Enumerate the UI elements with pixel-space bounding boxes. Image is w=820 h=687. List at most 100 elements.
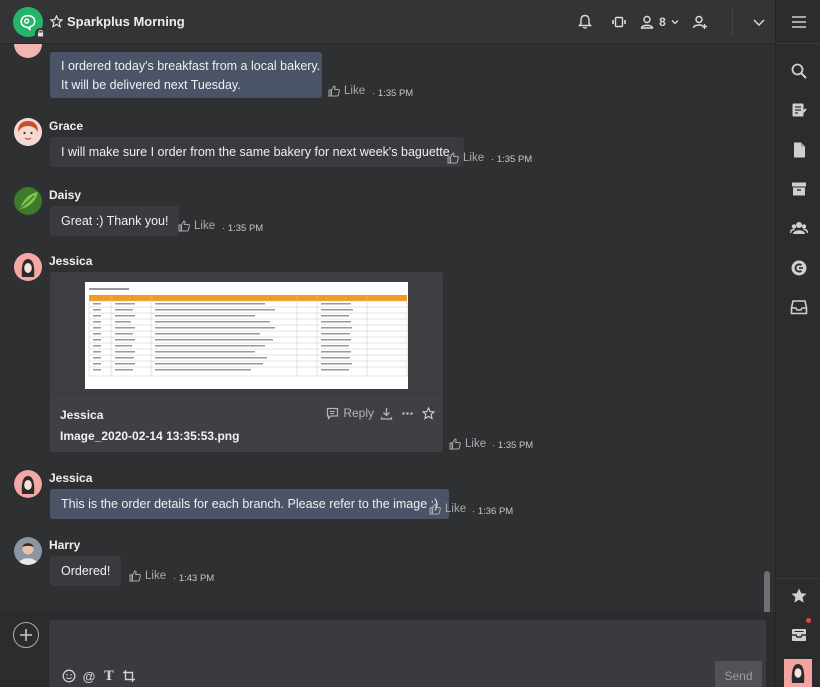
message-timestamp: · 1:35 PM <box>372 88 414 99</box>
collapse-chevron-icon[interactable] <box>743 0 775 44</box>
sender-name[interactable]: Grace <box>49 119 83 133</box>
send-button[interactable]: Send <box>715 661 762 687</box>
reply-button[interactable]: Reply <box>326 406 374 420</box>
members-button[interactable]: 8 <box>636 0 682 44</box>
emoji-icon[interactable] <box>59 668 79 684</box>
like-button[interactable]: Like <box>129 570 166 582</box>
file-actions: Reply <box>326 406 435 420</box>
thumbs-up-icon <box>178 220 190 232</box>
message-text: It will be delivered next Tuesday. <box>61 78 241 92</box>
like-button[interactable]: Like <box>178 220 215 232</box>
avatar-jessica[interactable] <box>14 253 42 281</box>
daisy-leaf-icon <box>14 187 42 215</box>
files-icon[interactable] <box>776 141 820 159</box>
grace-face-icon <box>14 118 42 146</box>
archive-icon[interactable] <box>776 180 820 198</box>
notification-dot <box>806 618 811 623</box>
favorite-star-icon[interactable] <box>50 15 63 28</box>
sender-name[interactable]: Daisy <box>49 188 81 202</box>
avatar-grace[interactable] <box>14 118 42 146</box>
like-button[interactable]: Like <box>429 503 466 515</box>
connect-icon[interactable] <box>776 259 820 277</box>
room-title[interactable]: Sparkplus Morning <box>67 14 185 29</box>
message-composer: @ T Send <box>49 620 766 687</box>
message-bubble[interactable]: Great :) Thank you! <box>50 206 180 236</box>
video-call-icon[interactable] <box>602 0 636 44</box>
message-input[interactable] <box>49 620 709 660</box>
file-info: Jessica Image_2020-02-14 13:35:53.png Re… <box>50 396 443 452</box>
profile-icon <box>791 664 805 683</box>
message-timestamp: · 1:36 PM <box>472 506 514 517</box>
like-label: Like <box>445 503 467 515</box>
notification-bell-icon[interactable] <box>568 0 602 44</box>
star-icon[interactable] <box>776 587 820 605</box>
sender-name[interactable]: Harry <box>49 538 80 552</box>
message-bubble[interactable]: Ordered! <box>50 556 122 586</box>
message-text: I will make sure I order from the same b… <box>61 145 454 159</box>
message-timestamp: · 1:35 PM <box>491 154 533 165</box>
text-format-icon[interactable]: T <box>99 668 119 684</box>
message-timestamp: · 1:35 PM <box>222 223 264 234</box>
file-preview[interactable] <box>50 272 443 396</box>
member-count: 8 <box>659 15 666 29</box>
star-icon[interactable] <box>422 406 435 420</box>
avatar-daisy[interactable] <box>14 187 42 215</box>
sidebar-top <box>776 0 820 44</box>
room-avatar[interactable] <box>13 6 46 39</box>
users-icon[interactable] <box>776 219 820 237</box>
sender-name[interactable]: Jessica <box>49 471 92 485</box>
avatar <box>14 44 42 58</box>
message-bubble[interactable]: I will make sure I order from the same b… <box>50 137 465 167</box>
time-text: 1:35 PM <box>227 223 264 234</box>
composer-area: @ T Send <box>0 612 775 687</box>
file-name[interactable]: Image_2020-02-14 13:35:53.png <box>60 429 239 443</box>
time-text: 1:35 PM <box>497 440 534 451</box>
chevron-down-icon <box>671 20 679 25</box>
avatar-jessica[interactable] <box>14 470 42 498</box>
like-button[interactable]: Like <box>447 152 484 164</box>
drawer-icon[interactable] <box>776 298 820 316</box>
reply-icon <box>327 407 339 420</box>
download-icon[interactable] <box>380 407 393 420</box>
file-uploader-name: Jessica <box>60 408 104 422</box>
message-list[interactable]: I ordered today's breakfast from a local… <box>0 44 775 612</box>
header-actions: 8 <box>568 0 775 44</box>
file-attachment-card[interactable]: Jessica Image_2020-02-14 13:35:53.png Re… <box>50 272 443 452</box>
add-attachment-button[interactable] <box>13 622 39 648</box>
sidebar-bottom <box>776 578 820 579</box>
menu-icon[interactable] <box>776 13 820 31</box>
mention-icon[interactable]: @ <box>79 668 99 684</box>
crop-icon[interactable] <box>119 668 139 684</box>
my-profile-avatar[interactable] <box>784 659 812 687</box>
avatar-harry[interactable] <box>14 537 42 565</box>
message-timestamp: · 1:43 PM <box>173 573 215 584</box>
message-bubble[interactable]: I ordered today's breakfast from a local… <box>50 52 322 98</box>
like-button[interactable]: Like <box>328 85 365 97</box>
more-options-icon[interactable] <box>401 407 414 420</box>
message-text: Ordered! <box>61 564 111 578</box>
members-icon <box>640 15 654 29</box>
scrollbar-thumb[interactable] <box>764 571 770 612</box>
time-text: 1:35 PM <box>377 88 414 99</box>
right-sidebar <box>775 0 820 687</box>
inbox-icon[interactable] <box>776 626 820 644</box>
message-timestamp: · 1:35 PM <box>492 440 534 451</box>
invite-user-icon[interactable] <box>682 0 718 44</box>
lock-icon <box>35 27 46 39</box>
notes-icon[interactable] <box>776 101 820 119</box>
plus-icon <box>20 629 32 641</box>
harry-face-icon <box>14 537 42 565</box>
jessica-face-icon <box>14 253 42 281</box>
time-text: 1:43 PM <box>178 573 215 584</box>
composer-toolbar: @ T <box>59 668 139 684</box>
chat-bubble-icon <box>20 14 36 31</box>
like-label: Like <box>344 85 366 97</box>
sender-name[interactable]: Jessica <box>49 254 92 268</box>
search-icon[interactable] <box>776 62 820 80</box>
message-text: Great :) Thank you! <box>61 214 169 228</box>
like-button[interactable]: Like <box>449 438 486 450</box>
message-bubble[interactable]: This is the order details for each branc… <box>50 489 450 519</box>
message-text: I ordered today's breakfast from a local… <box>61 59 321 73</box>
header-divider <box>732 8 733 36</box>
image-thumbnail[interactable] <box>85 282 408 389</box>
